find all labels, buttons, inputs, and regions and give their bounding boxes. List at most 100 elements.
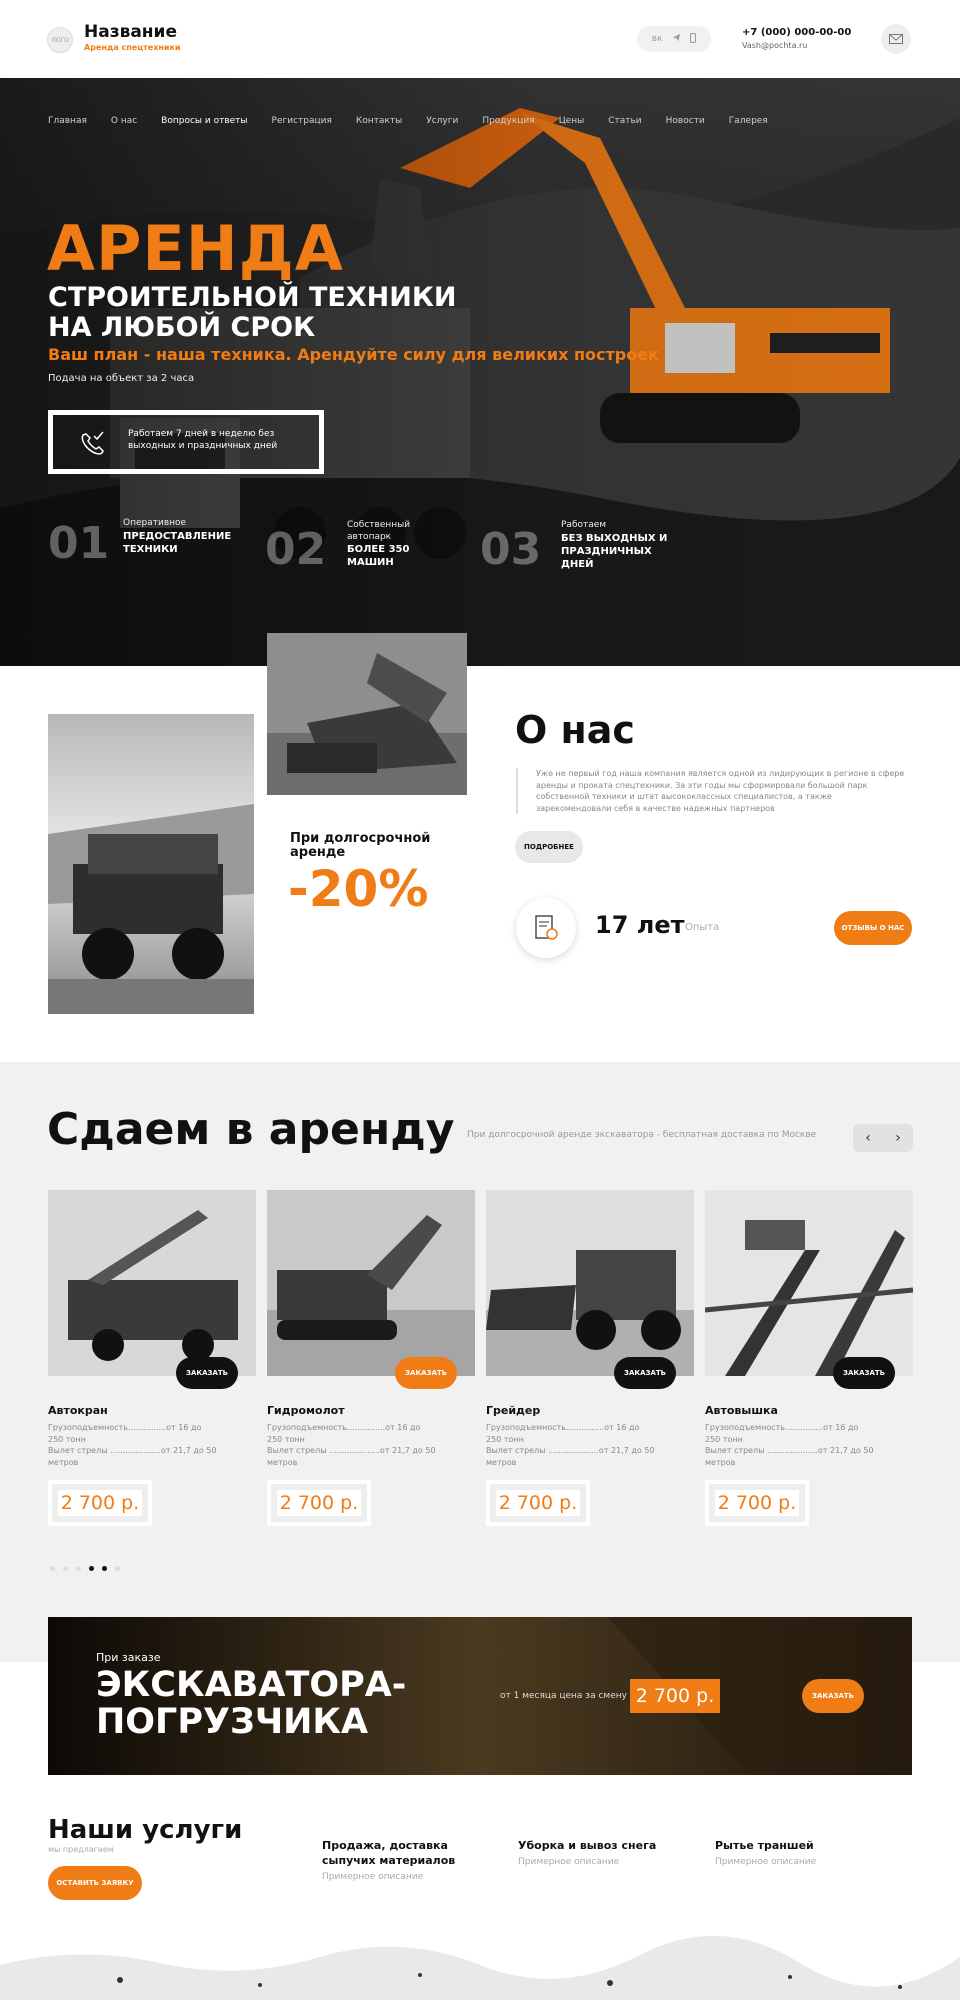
carousel-arrows: ‹ ›	[853, 1124, 913, 1152]
stat-number: 01	[48, 518, 110, 569]
nav-item-news[interactable]: Новости	[666, 116, 705, 126]
site-header: ЛОГО Название Аренда спецтехники вк +7 (…	[0, 0, 960, 78]
hero-title-line-1: СТРОИТЕЛЬНОЙ ТЕХНИКИ	[48, 282, 457, 313]
carousel-dot[interactable]	[115, 1566, 120, 1571]
nav-item-about[interactable]: О нас	[111, 116, 137, 126]
about-title: О нас	[515, 708, 635, 752]
service-title: Продажа, доставка сыпучих материалов	[322, 1839, 456, 1867]
nav-item-contacts[interactable]: Контакты	[356, 116, 402, 126]
stat-caption: Собственный автопарк БОЛЕЕ 350 МАШИН	[347, 520, 427, 569]
hero-title-accent: АРЕНДА	[47, 212, 344, 285]
brand-name: Название	[84, 22, 177, 42]
mail-icon[interactable]	[881, 24, 911, 54]
order-button[interactable]: ЗАКАЗАТЬ	[176, 1357, 238, 1389]
discount-value: -20%	[288, 860, 429, 918]
product-card: ЗАКАЗАТЬ Гидромолот Грузоподъемность....…	[267, 1190, 475, 1540]
carousel-dots	[50, 1566, 120, 1571]
product-name: Гидромолот	[267, 1404, 345, 1417]
service-description: Примерное описание	[322, 1871, 424, 1882]
product-price: 2 700 р.	[705, 1480, 809, 1526]
product-spec: Грузоподъемность...............от 16 до …	[705, 1423, 874, 1467]
product-spec: Грузоподъемность...............от 16 до …	[48, 1423, 217, 1467]
product-price: 2 700 р.	[267, 1480, 371, 1526]
stat-number: 03	[480, 524, 542, 575]
social-links: вк	[637, 26, 711, 52]
telegram-icon[interactable]	[672, 33, 681, 45]
product-card: ЗАКАЗАТЬ Автовышка Грузоподъемность.....…	[705, 1190, 913, 1540]
services-title: Наши услуги	[48, 1815, 243, 1845]
handset-check-icon	[81, 431, 104, 455]
header-phone[interactable]: +7 (000) 000-00-00	[742, 27, 851, 38]
banner-note: от 1 месяца цена за смену	[500, 1691, 627, 1701]
footer-grunge-decoration	[0, 1935, 960, 2000]
stat-caption: Оперативное ПРЕДОСТАВЛЕНИЕ ТЕХНИКИ	[123, 518, 253, 556]
autocrane-photo	[48, 1190, 256, 1376]
nav-item-faq[interactable]: Вопросы и ответы	[161, 116, 247, 126]
service-description: Примерное описание	[715, 1856, 817, 1867]
stat-value: БОЛЕЕ 350 МАШИН	[347, 544, 410, 569]
experience-label: Опыта	[685, 922, 720, 933]
product-card: ЗАКАЗАТЬ Грейдер Грузоподъемность.......…	[486, 1190, 694, 1540]
banner-order-button[interactable]: ЗАКАЗАТЬ	[802, 1679, 864, 1713]
hero-section: Главная О нас Вопросы и ответы Регистрац…	[0, 78, 960, 666]
more-button[interactable]: ПОДРОБНЕЕ	[515, 831, 583, 863]
rent-subtitle: При долгосрочной аренде экскаватора - бе…	[467, 1130, 817, 1140]
product-price: 2 700 р.	[486, 1480, 590, 1526]
stat-value: ПРЕДОСТАВЛЕНИЕ ТЕХНИКИ	[123, 530, 232, 555]
nav-item-prices[interactable]: Цены	[559, 116, 585, 126]
request-button[interactable]: ОСТАВИТЬ ЗАЯВКУ	[48, 1866, 142, 1900]
hero-slogan: Ваш план - наша техника. Арендуйте силу …	[48, 345, 659, 364]
nav-item-register[interactable]: Регистрация	[272, 116, 332, 126]
hydrohammer-photo	[267, 1190, 475, 1376]
discount-label: При долгосрочной аренде	[290, 831, 431, 861]
banner-title: ЭКСКАВАТОРА- ПОГРУЗЧИКА	[96, 1665, 407, 1742]
banner-pretitle: При заказе	[96, 1651, 161, 1664]
carousel-dot[interactable]	[102, 1566, 107, 1571]
stat-number: 02	[265, 524, 327, 575]
logo[interactable]: ЛОГО	[47, 27, 73, 53]
vk-icon[interactable]: вк	[652, 34, 663, 44]
product-name: Автокран	[48, 1404, 108, 1417]
hero-note: Подача на объект за 2 часа	[48, 373, 195, 384]
reviews-button[interactable]: ОТЗЫВЫ О НАС	[834, 911, 912, 945]
about-text: Уже не первый год наша компания является…	[516, 768, 906, 815]
order-button[interactable]: ЗАКАЗАТЬ	[833, 1357, 895, 1389]
aerial-platform-photo	[705, 1190, 913, 1376]
chevron-right-icon[interactable]: ›	[895, 1130, 901, 1146]
service-title: Уборка и вывоз снега	[518, 1839, 657, 1852]
page: ЛОГО Название Аренда спецтехники вк +7 (…	[0, 0, 960, 2000]
dump-truck-photo	[48, 714, 254, 1014]
stat-value: БЕЗ ВЫХОДНЫХ И ПРАЗДНИЧНЫХ ДНЕЙ	[561, 532, 668, 570]
chevron-left-icon[interactable]: ‹	[865, 1130, 871, 1146]
services-subtitle: мы предлагаем	[48, 1845, 114, 1854]
order-button[interactable]: ЗАКАЗАТЬ	[614, 1357, 676, 1389]
carousel-dot[interactable]	[76, 1566, 81, 1571]
nav-item-gallery[interactable]: Галерея	[729, 116, 768, 126]
main-nav: Главная О нас Вопросы и ответы Регистрац…	[48, 116, 792, 126]
nav-item-home[interactable]: Главная	[48, 116, 87, 126]
service-item[interactable]: Продажа, доставка сыпучих материалов Прим…	[322, 1839, 497, 1882]
stat-caption: Работаем БЕЗ ВЫХОДНЫХ И ПРАЗДНИЧНЫХ ДНЕЙ	[561, 520, 681, 571]
brand-subtitle: Аренда спецтехники	[84, 43, 181, 52]
hero-background-image	[0, 78, 960, 666]
product-spec: Грузоподъемность...............от 16 до …	[486, 1423, 655, 1467]
nav-item-articles[interactable]: Статьи	[608, 116, 641, 126]
nav-item-products[interactable]: Продукция	[482, 116, 534, 126]
service-item[interactable]: Уборка и вывоз снега Примерное описание	[518, 1839, 693, 1867]
phone-icon[interactable]	[690, 32, 697, 46]
promo-banner: При заказе ЭКСКАВАТОРА- ПОГРУЗЧИКА от 1 м…	[48, 1617, 912, 1775]
product-name: Автовышка	[705, 1404, 778, 1417]
work-hours-box: Работаем 7 дней в неделю без выходных и …	[48, 410, 324, 474]
work-hours-text: Работаем 7 дней в неделю без выходных и …	[128, 429, 278, 451]
carousel-dot[interactable]	[50, 1566, 55, 1571]
header-email[interactable]: Vash@pochta.ru	[742, 41, 807, 50]
nav-item-services[interactable]: Услуги	[426, 116, 458, 126]
carousel-dot[interactable]	[89, 1566, 94, 1571]
hero-title-line-2: НА ЛЮБОЙ СРОК	[48, 312, 316, 343]
order-button[interactable]: ЗАКАЗАТЬ	[395, 1357, 457, 1389]
carousel-dot[interactable]	[63, 1566, 68, 1571]
product-card: ЗАКАЗАТЬ Автокран Грузоподъемность......…	[48, 1190, 256, 1540]
service-description: Примерное описание	[518, 1856, 620, 1867]
service-item[interactable]: Рытье траншей Примерное описание	[715, 1839, 890, 1867]
product-name: Грейдер	[486, 1404, 541, 1417]
